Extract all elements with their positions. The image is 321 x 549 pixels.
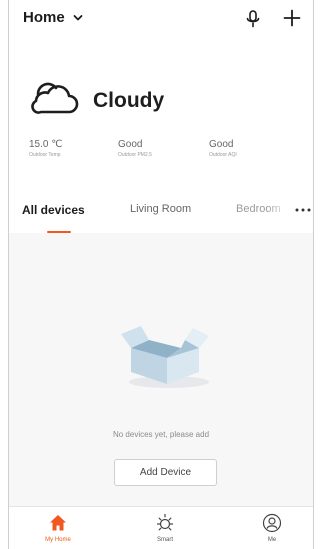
tab-fade-overlay bbox=[267, 199, 291, 221]
header-area: Home Cloudy 15.0 ℃ Outdoor Temp Good Out… bbox=[9, 0, 313, 193]
bottom-navigation: My Home Smart Me bbox=[9, 506, 313, 549]
weather-condition: Cloudy bbox=[93, 89, 165, 112]
nav-label: Me bbox=[267, 537, 277, 543]
app-screen: Home Cloudy 15.0 ℃ Outdoor Temp Good Out… bbox=[8, 0, 314, 549]
room-tabs: All devices Living Room Bedroom bbox=[9, 193, 313, 233]
outdoor-pm25-stat: Good Outdoor PM2.5 bbox=[118, 139, 152, 158]
stat-value: Good bbox=[118, 139, 143, 150]
nav-label: Smart bbox=[156, 537, 173, 543]
home-icon bbox=[50, 515, 66, 531]
empty-state-message: No devices yet, please add bbox=[112, 430, 210, 439]
add-device-button[interactable]: Add Device bbox=[114, 459, 217, 486]
stat-label: Outdoor Temp bbox=[29, 152, 61, 158]
stat-value: Good bbox=[209, 139, 234, 150]
user-icon bbox=[262, 513, 282, 533]
home-selector-label[interactable]: Home bbox=[23, 9, 65, 26]
cloud-icon bbox=[31, 82, 79, 114]
tab-all-devices[interactable]: All devices bbox=[22, 203, 85, 217]
stat-value: 15.0 ℃ bbox=[29, 139, 63, 150]
plus-icon[interactable] bbox=[283, 9, 301, 27]
more-horizontal-icon[interactable] bbox=[295, 208, 311, 212]
nav-me[interactable]: Me bbox=[247, 513, 297, 543]
nav-smart[interactable]: Smart bbox=[140, 513, 190, 543]
top-bar: Home bbox=[23, 9, 301, 31]
outdoor-aqi-stat: Good Outdoor AQI bbox=[209, 139, 237, 158]
empty-box-icon bbox=[121, 326, 209, 388]
active-tab-indicator bbox=[47, 231, 71, 233]
nav-my-home[interactable]: My Home bbox=[33, 513, 83, 543]
chevron-down-icon[interactable] bbox=[73, 14, 83, 22]
microphone-icon[interactable] bbox=[245, 10, 261, 28]
stat-label: Outdoor PM2.5 bbox=[118, 152, 152, 158]
nav-label: My Home bbox=[45, 537, 71, 543]
sun-icon bbox=[156, 513, 174, 531]
tab-living-room[interactable]: Living Room bbox=[130, 203, 191, 215]
outdoor-temp-stat: 15.0 ℃ Outdoor Temp bbox=[29, 139, 62, 158]
stat-label: Outdoor AQI bbox=[209, 152, 237, 158]
